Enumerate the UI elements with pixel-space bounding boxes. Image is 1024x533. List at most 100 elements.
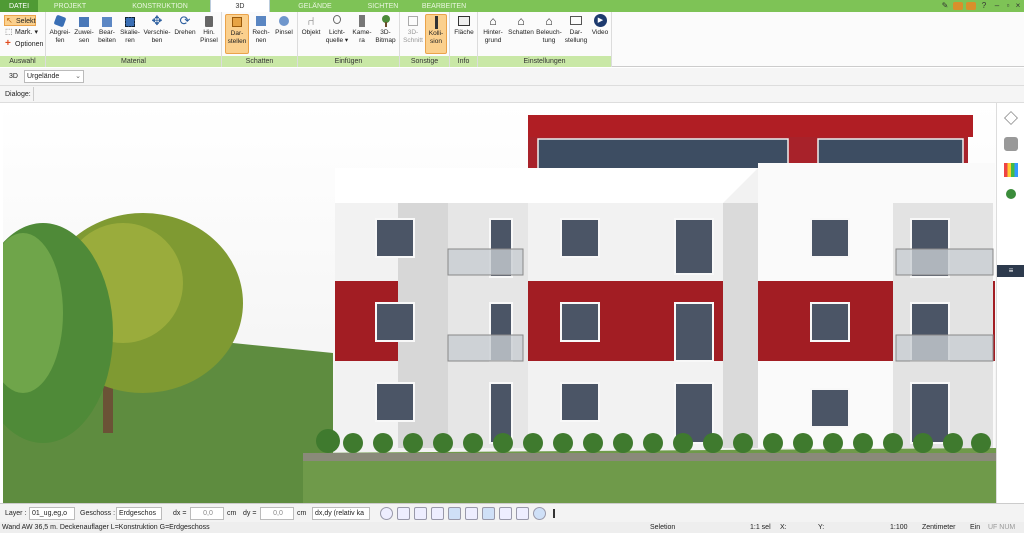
- video-label: Video: [591, 29, 609, 36]
- marker-icon[interactable]: [553, 509, 555, 518]
- group-schatten: Dar- stellen Rech- nen Pinsel Schatten: [222, 12, 298, 67]
- drehen-label: Drehen: [174, 29, 196, 36]
- 3d-bitmap-button[interactable]: 3D- Bitmap: [373, 14, 398, 45]
- mark-button[interactable]: ⬚ Mark. ▾: [4, 27, 38, 38]
- objekt-button[interactable]: ⑁ Objekt: [300, 14, 322, 37]
- hintergrund-button[interactable]: ⌂ Hinter- grund: [480, 14, 506, 45]
- dy-input[interactable]: 0,0: [260, 507, 294, 520]
- hin-pinsel-button[interactable]: Hin. Pinsel: [198, 14, 220, 45]
- options-button[interactable]: + Optionen: [4, 39, 43, 50]
- schatten-pinsel-label: Pinsel: [275, 29, 293, 36]
- status-mode: Seletion: [650, 524, 676, 531]
- flaeche-button[interactable]: Fläche: [452, 14, 476, 37]
- layer-value: 01_ug,eg,o: [32, 510, 68, 517]
- tab-projekt[interactable]: PROJEKT: [42, 0, 98, 12]
- schatten-pinsel-button[interactable]: Pinsel: [273, 14, 295, 37]
- ribbon-toolbar: ↖ Selekt ⬚ Mark. ▾ + Optionen Auswahl Ab…: [0, 12, 1024, 67]
- group-label-material: Material: [46, 56, 221, 67]
- material-palette-icon[interactable]: [1004, 163, 1018, 177]
- save-icon[interactable]: [966, 2, 976, 10]
- furniture-icon[interactable]: [1004, 137, 1018, 151]
- abgreifen-button[interactable]: Abgrei- fen: [48, 14, 72, 45]
- bearbeiten-button[interactable]: Bear- beiten: [96, 14, 118, 45]
- objekt-label: Objekt: [301, 29, 321, 36]
- verschieben-button[interactable]: ✥ Verschie- ben: [142, 14, 172, 45]
- dy-label: dy =: [243, 510, 257, 517]
- coordinate-mode-select[interactable]: dx,dy (relativ ka: [312, 507, 370, 520]
- grid-icon[interactable]: [516, 507, 529, 520]
- layer-label: Layer :: [5, 510, 27, 517]
- select-button[interactable]: ↖ Selekt: [4, 15, 36, 26]
- collision-icon: [428, 15, 444, 29]
- snap-icon[interactable]: [448, 507, 461, 520]
- floor-select[interactable]: Erdgeschos: [116, 507, 162, 520]
- dy-value: 0,0: [273, 510, 283, 517]
- group-label-einstellungen: Einstellungen: [478, 56, 611, 67]
- compute-shadow-icon: [253, 14, 269, 28]
- clock-icon[interactable]: [380, 507, 393, 520]
- 3d-schnitt-label: 3D- Schnitt: [403, 29, 423, 44]
- pen-icon[interactable]: ✎: [940, 1, 950, 11]
- rechnen-button[interactable]: Rech- nen: [250, 14, 272, 45]
- section-cut-icon: [405, 14, 421, 28]
- beleuchtung-button[interactable]: ⌂ Beleuch- tung: [536, 14, 562, 45]
- north-icon[interactable]: [533, 507, 546, 520]
- schatten-settings-button[interactable]: ⌂ Schatten: [507, 14, 535, 37]
- group-label-schatten: Schatten: [222, 56, 297, 67]
- tab-bearbeiten[interactable]: BEARBEITEN: [414, 0, 474, 12]
- render-icon[interactable]: [431, 507, 444, 520]
- zuweisen-button[interactable]: Zuwei- sen: [73, 14, 95, 45]
- darstellen-button[interactable]: Dar- stellen: [225, 14, 249, 54]
- chair-icon: ⑁: [307, 14, 315, 28]
- edit-material-icon: [99, 14, 115, 28]
- layers-icon[interactable]: [1004, 111, 1018, 125]
- view-3d-icon[interactable]: [482, 507, 495, 520]
- darstellen-label: Dar- stellen: [227, 30, 247, 45]
- layer-select[interactable]: 01_ug,eg,o: [29, 507, 75, 520]
- tab-datei[interactable]: DATEI: [0, 0, 38, 12]
- screen-icon[interactable]: [397, 507, 410, 520]
- skalieren-button[interactable]: Skalie- ren: [119, 14, 141, 45]
- zuweisen-label: Zuwei- sen: [74, 29, 94, 44]
- kollision-button[interactable]: Kolli- sion: [425, 14, 447, 54]
- help-icon[interactable]: ?: [979, 1, 989, 11]
- group-auswahl: ↖ Selekt ⬚ Mark. ▾ + Optionen Auswahl: [0, 12, 46, 67]
- tab-sichten[interactable]: SICHTEN: [356, 0, 410, 12]
- video-button[interactable]: ▶ Video: [590, 14, 610, 37]
- tab-gelaende[interactable]: GELÄNDE: [280, 0, 350, 12]
- terrain-select[interactable]: Urgelände ⌄: [24, 70, 84, 83]
- group-label-info: Info: [450, 56, 477, 67]
- 3d-viewport[interactable]: [3, 103, 996, 503]
- plant-icon[interactable]: [1006, 189, 1016, 199]
- kamera-button[interactable]: Kame- ra: [352, 14, 372, 45]
- floor-value: Erdgeschos: [119, 510, 156, 517]
- floor-label: Geschoss :: [80, 510, 116, 517]
- 3d-bitmap-label: 3D- Bitmap: [375, 29, 396, 44]
- camera-view-icon[interactable]: [414, 507, 427, 520]
- tab-konstruktion[interactable]: KONSTRUKTION: [104, 0, 216, 12]
- dx-input[interactable]: 0,0: [190, 507, 224, 520]
- 3d-schnitt-button[interactable]: 3D- Schnitt: [402, 14, 424, 45]
- restore-icon[interactable]: ▫: [1003, 1, 1013, 11]
- scale-icon: [122, 14, 138, 28]
- plan-icon[interactable]: [499, 507, 512, 520]
- kamera-label: Kame- ra: [352, 29, 372, 44]
- rotate-icon: ⟳: [179, 13, 191, 28]
- folder-icon[interactable]: [953, 2, 963, 10]
- drehen-button[interactable]: ⟳ Drehen: [173, 14, 197, 37]
- lichtquelle-button[interactable]: Licht- quelle ▾: [323, 14, 351, 45]
- status-selection: 1:1 sel: [750, 524, 771, 531]
- close-icon[interactable]: ×: [1013, 1, 1023, 11]
- minimize-icon[interactable]: –: [992, 1, 1002, 11]
- assign-material-icon: [76, 14, 92, 28]
- lichtquelle-label: Licht- quelle ▾: [325, 29, 349, 44]
- chevron-down-icon: ⌄: [75, 73, 81, 80]
- status-x: X:: [780, 524, 787, 531]
- shadow-cube-icon: [229, 15, 245, 29]
- status-flags: UF NUM: [988, 524, 1016, 531]
- shadow-brush-icon: [276, 14, 292, 28]
- panel-toggle-icon[interactable]: ≡: [997, 265, 1024, 277]
- darstellung-label: Dar- stellung: [564, 29, 588, 44]
- wall-icon[interactable]: [465, 507, 478, 520]
- darstellung-button[interactable]: Dar- stellung: [563, 14, 589, 45]
